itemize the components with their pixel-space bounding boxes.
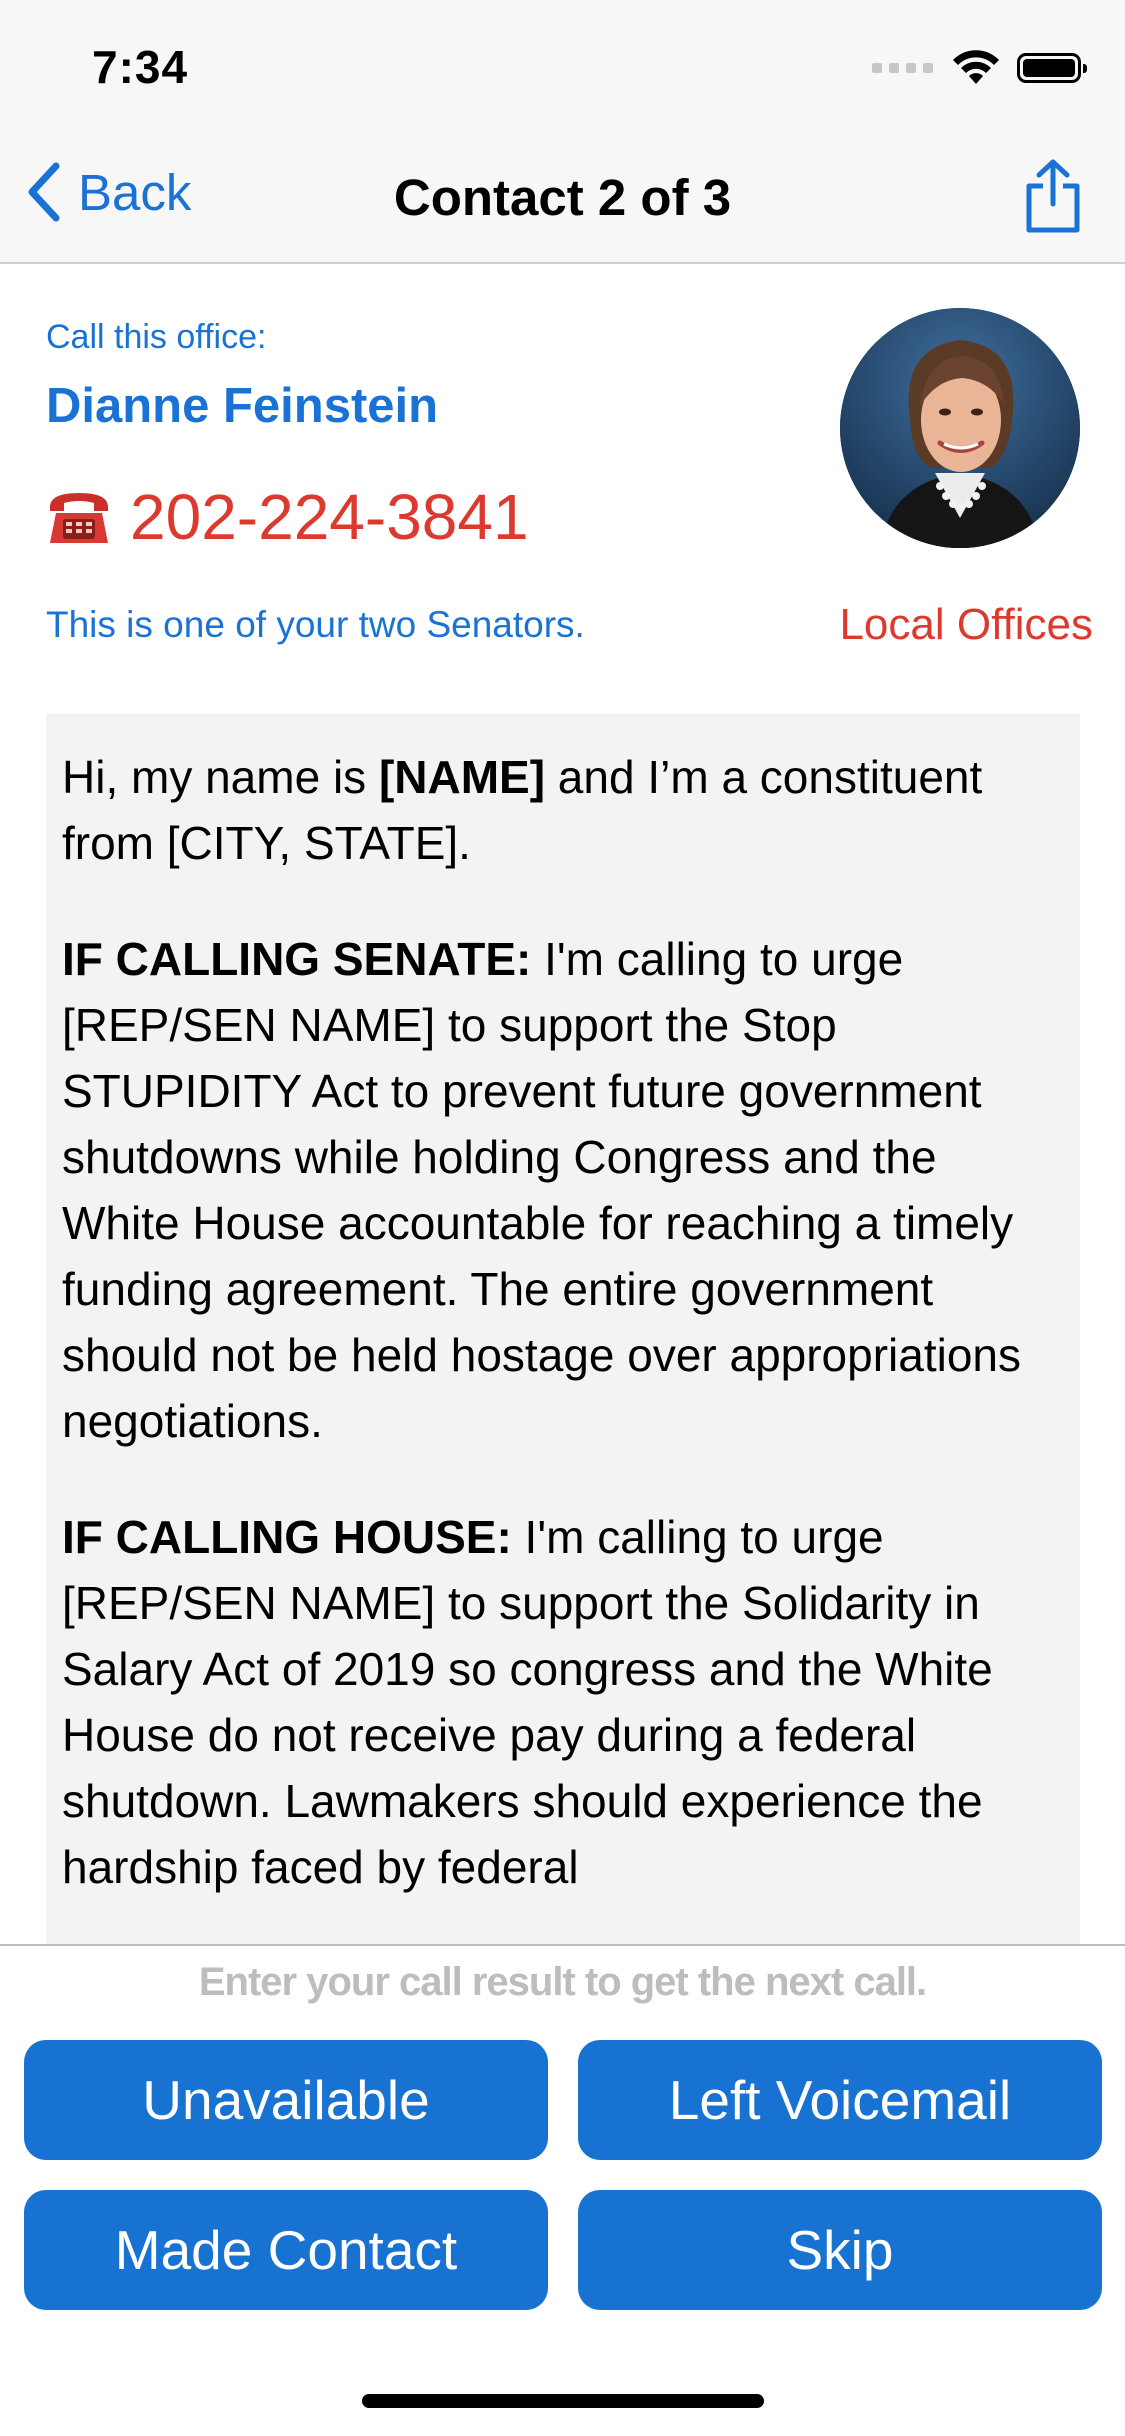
share-icon[interactable] — [1021, 158, 1085, 234]
telephone-icon — [50, 493, 108, 543]
status-icons — [872, 50, 1087, 86]
wifi-icon — [953, 50, 999, 84]
phone-number: 202-224-3841 — [130, 481, 529, 553]
contact-name: Dianne Feinstein — [46, 379, 439, 433]
nav-title: Contact 2 of 3 — [393, 169, 732, 226]
senator-note: This is one of your two Senators. — [46, 604, 585, 645]
script-senate-heading: IF CALLING SENATE: — [62, 933, 532, 985]
call-script-text: Hi, my name is [NAME] and I’m a constitu… — [46, 714, 1080, 1900]
left-voicemail-button[interactable]: Left Voicemail — [578, 2040, 1102, 2160]
call-script[interactable]: Hi, my name is [NAME] and I’m a constitu… — [46, 714, 1080, 1946]
call-result-hint: Enter your call result to get the next c… — [198, 1960, 927, 2004]
script-senate: IF CALLING SENATE: I'm calling to urge [… — [62, 926, 1064, 1454]
status-time: 7:34 — [92, 41, 189, 93]
status-bar: 7:34 — [0, 0, 1125, 130]
avatar-photo — [840, 308, 1080, 548]
phone-link[interactable]: 202-224-3841 — [46, 480, 529, 554]
script-intro: Hi, my name is [NAME] and I’m a constitu… — [62, 744, 1064, 876]
skip-button[interactable]: Skip — [578, 2190, 1102, 2310]
script-intro-name-placeholder: [NAME] — [378, 751, 546, 803]
call-label: Call this office: — [46, 318, 267, 356]
home-indicator[interactable] — [362, 2394, 764, 2408]
local-offices-link[interactable]: Local Offices — [839, 600, 1093, 650]
call-result-panel: Enter your call result to get the next c… — [0, 1944, 1125, 2436]
signal-icon — [872, 63, 933, 73]
navigation-bar: Back Contact 2 of 3 — [0, 130, 1125, 264]
script-senate-text: I'm calling to urge [REP/SEN NAME] to su… — [62, 933, 1022, 1447]
script-house-text: I'm calling to urge [REP/SEN NAME] to su… — [62, 1511, 993, 1893]
script-house-heading: IF CALLING HOUSE: — [62, 1511, 512, 1563]
script-house: IF CALLING HOUSE: I'm calling to urge [R… — [62, 1504, 1064, 1900]
battery-icon — [1017, 53, 1087, 83]
script-intro-pre: Hi, my name is — [62, 751, 379, 803]
made-contact-button[interactable]: Made Contact — [24, 2190, 548, 2310]
unavailable-button[interactable]: Unavailable — [24, 2040, 548, 2160]
